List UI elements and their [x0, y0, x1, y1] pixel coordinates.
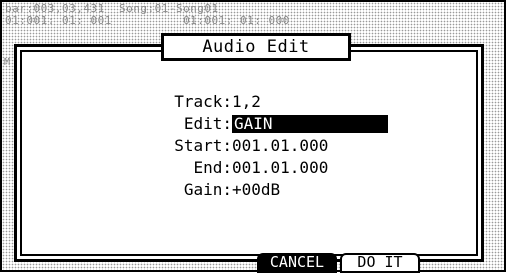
edit-field[interactable]: GAIN — [232, 115, 388, 133]
start-field[interactable]: 001.01.000 — [232, 137, 328, 155]
gain-label: Gain: — [183, 180, 232, 199]
start-label: Start: — [174, 136, 232, 155]
track-field[interactable]: 1,2 — [232, 93, 261, 111]
end-label: End: — [193, 158, 232, 177]
background-header-line2: 01:001: 01: 001 01:001: 01: 000 — [5, 14, 290, 27]
track-label: Track: — [174, 92, 232, 111]
gain-field[interactable]: +00dB — [232, 181, 280, 199]
do-it-button[interactable]: DO IT — [340, 253, 420, 273]
cancel-button[interactable]: CANCEL — [257, 253, 337, 273]
background-marker: M — [4, 57, 11, 68]
dialog-title: Audio Edit — [161, 33, 351, 61]
end-field[interactable]: 001.01.000 — [232, 159, 328, 177]
edit-label: Edit: — [183, 114, 232, 133]
lcd-screen: bar:003,03,431 Song:01-Song01 01:001: 01… — [0, 0, 512, 279]
